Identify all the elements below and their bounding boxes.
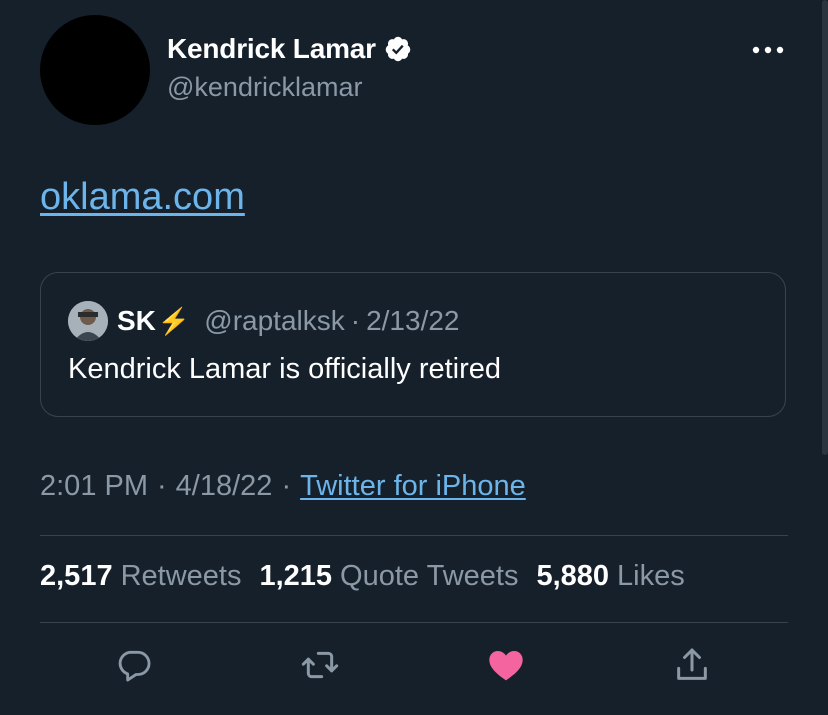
scrollbar[interactable] [822, 0, 828, 455]
likes-stat[interactable]: 5,880 Likes [536, 560, 684, 593]
quote-tweets-stat[interactable]: 1,215 Quote Tweets [259, 560, 518, 593]
tweet-time[interactable]: 2:01 PM [40, 470, 148, 503]
author-handle[interactable]: @kendricklamar [167, 72, 412, 103]
lightning-bolt-icon: ⚡ [157, 305, 191, 336]
divider [40, 622, 788, 623]
share-icon [677, 648, 707, 680]
quote-tweets-count: 1,215 [259, 560, 333, 592]
author-name-row: Kendrick Lamar [167, 30, 412, 68]
tweet-source-link[interactable]: Twitter for iPhone [300, 470, 526, 503]
quoted-tweet-card[interactable]: SK ⚡ @raptalksk · 2/13/22 Kendrick Lamar… [40, 272, 786, 417]
meta-separator: · [157, 470, 167, 502]
more-options-button[interactable] [748, 36, 788, 64]
author-info: Kendrick Lamar @kendricklamar [167, 30, 412, 103]
retweets-count: 2,517 [40, 560, 113, 592]
retweet-icon [301, 651, 339, 679]
quote-tweets-label: Quote Tweets [340, 560, 519, 592]
reply-icon [118, 650, 151, 682]
tweet-stats: 2,517 Retweets 1,215 Quote Tweets 5,880 … [40, 560, 703, 593]
tweet-link[interactable]: oklama.com [40, 176, 245, 218]
quoted-author-name: SK [117, 305, 156, 336]
retweets-label: Retweets [120, 560, 242, 592]
share-button[interactable] [670, 643, 714, 687]
divider [40, 535, 788, 536]
tweet-text: oklama.com [40, 176, 245, 219]
likes-count: 5,880 [536, 560, 610, 592]
reply-button[interactable] [112, 643, 156, 687]
quoted-author-avatar [68, 301, 108, 341]
quoted-separator: · [350, 305, 361, 336]
retweets-stat[interactable]: 2,517 Retweets [40, 560, 241, 593]
more-dots-icon [752, 46, 784, 54]
verified-badge-icon [384, 35, 412, 63]
tweet-date[interactable]: 4/18/22 [176, 470, 273, 503]
tweet-meta: 2:01 PM · 4/18/22 · Twitter for iPhone [40, 470, 526, 503]
quoted-tweet-date: 2/13/22 [366, 305, 460, 336]
likes-label: Likes [617, 560, 685, 592]
meta-separator-2: · [281, 470, 292, 502]
tweet-actions [0, 643, 828, 693]
quoted-author-handle: @raptalksk [204, 305, 345, 336]
author-name[interactable]: Kendrick Lamar [167, 33, 376, 65]
quoted-tweet-text: Kendrick Lamar is officially retired [68, 353, 502, 385]
retweet-button[interactable] [298, 643, 342, 687]
like-icon [489, 651, 523, 681]
author-avatar[interactable] [40, 15, 150, 125]
quoted-tweet-header: SK ⚡ @raptalksk · 2/13/22 [68, 301, 460, 341]
like-button[interactable] [484, 643, 528, 687]
